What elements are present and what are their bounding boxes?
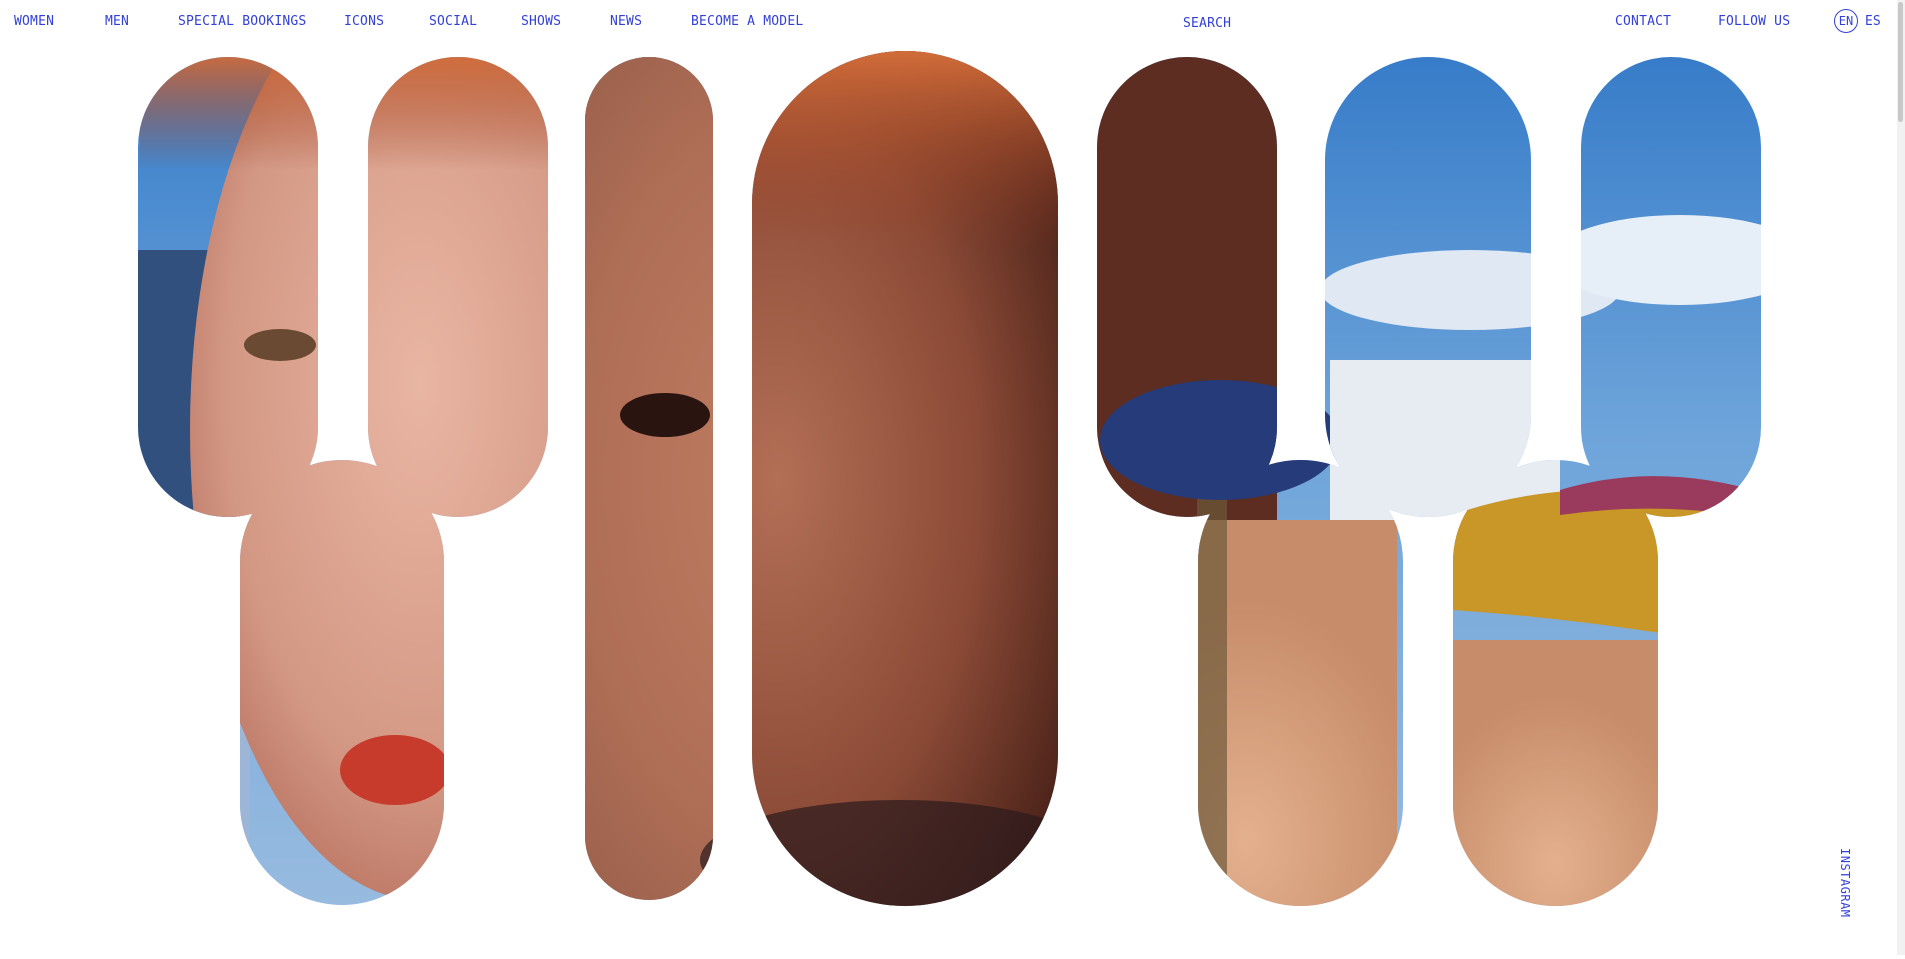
nav-women[interactable]: WOMEN (14, 14, 54, 30)
nav-special-bookings[interactable]: SPECIAL BOOKINGS (178, 14, 306, 30)
scrollbar-thumb[interactable] (1898, 2, 1903, 122)
search-button[interactable]: SEARCH (1183, 16, 1231, 32)
instagram-link[interactable]: INSTAGRAM (1838, 848, 1852, 918)
hero-letterform-image (138, 51, 1761, 906)
nav-men[interactable]: MEN (105, 14, 129, 30)
nav-become-a-model[interactable]: BECOME A MODEL (691, 14, 803, 30)
nav-shows[interactable]: SHOWS (521, 14, 561, 30)
top-navigation: WOMEN MEN SPECIAL BOOKINGS ICONS SOCIAL … (0, 0, 1905, 46)
nav-follow-us[interactable]: FOLLOW US (1718, 14, 1790, 30)
nav-icons[interactable]: ICONS (344, 14, 384, 30)
nav-social[interactable]: SOCIAL (429, 14, 477, 30)
nav-news[interactable]: NEWS (610, 14, 642, 30)
page-scrollbar[interactable] (1897, 0, 1905, 955)
nav-contact[interactable]: CONTACT (1615, 14, 1671, 30)
hero-wordmark (0, 0, 1905, 955)
language-en-toggle[interactable]: EN (1834, 9, 1858, 33)
language-es-toggle[interactable]: ES (1865, 14, 1881, 29)
